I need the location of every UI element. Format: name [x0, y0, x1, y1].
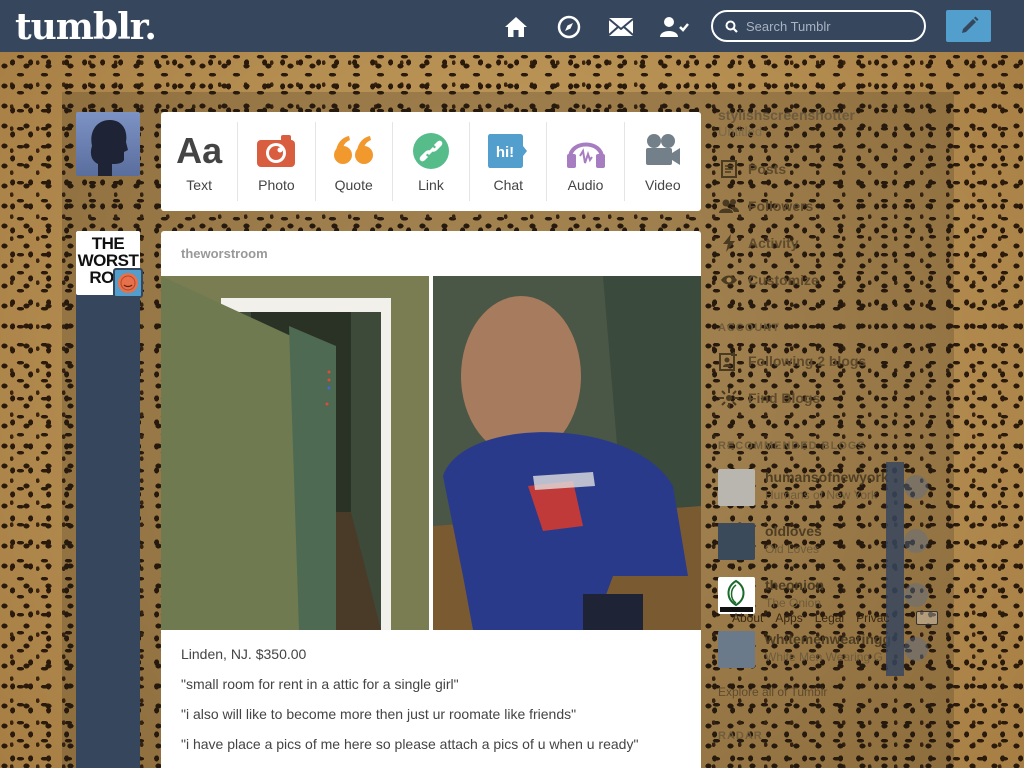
- sidebar-item-posts[interactable]: Posts: [718, 159, 786, 179]
- search-input[interactable]: [746, 18, 916, 34]
- followers-icon: [718, 196, 740, 216]
- sidebar-blog-header: stylishscreenshotter Untitled: [718, 107, 948, 139]
- search-icon: [725, 20, 738, 33]
- eye-icon: [718, 270, 740, 290]
- follow-button[interactable]: [904, 529, 928, 553]
- inbox-icon[interactable]: [608, 14, 634, 40]
- keyboard-icon[interactable]: [916, 611, 938, 625]
- follow-button[interactable]: [904, 583, 928, 607]
- posts-icon: [718, 159, 740, 179]
- quote-icon: [333, 131, 375, 171]
- activity-icon: [718, 233, 740, 253]
- sidebar-item-following[interactable]: Following 2 blogs: [718, 351, 866, 371]
- reblog-badge-icon: [113, 268, 143, 298]
- camera-icon: [257, 131, 296, 171]
- sidebar-recommended-heading: RECOMMENDED BLOGS: [718, 440, 866, 452]
- recommended-blog-oldloves[interactable]: oldloves Old Loves: [718, 523, 938, 563]
- link-icon: [412, 131, 450, 171]
- footer-link-legal[interactable]: Legal: [815, 611, 844, 625]
- recommended-blog-whitemenwearing[interactable]: whitemenwearingg White Men Wearing G: [718, 631, 938, 671]
- follow-button[interactable]: [904, 637, 928, 661]
- blog-thumbnail: [718, 469, 755, 506]
- video-camera-icon: [645, 131, 681, 171]
- post-photo-person[interactable]: [433, 276, 701, 630]
- post-type-audio[interactable]: Audio: [547, 122, 625, 201]
- compose-button[interactable]: [946, 10, 991, 42]
- footer-link-apps[interactable]: Apps: [775, 611, 802, 625]
- sidebar-item-find-blogs[interactable]: Find Blogs: [718, 388, 820, 408]
- post-author[interactable]: theworstroom: [181, 246, 268, 261]
- post-type-selector: Aa Text Photo Quote Link hi! Chat Audio: [161, 112, 701, 211]
- svg-text:hi!: hi!: [496, 144, 514, 161]
- search-box[interactable]: [711, 10, 926, 42]
- post-line: "i also will like to become more then ju…: [181, 706, 577, 722]
- following-icon: [718, 351, 740, 371]
- follow-button[interactable]: [904, 475, 928, 499]
- user-avatar[interactable]: [76, 112, 140, 176]
- post-type-quote[interactable]: Quote: [316, 122, 393, 201]
- silhouette-icon: [90, 120, 128, 176]
- sidebar-radar-heading: RADAR: [718, 730, 763, 742]
- top-navigation-bar: tumblr.: [0, 0, 1024, 52]
- home-icon[interactable]: [503, 14, 529, 40]
- post-line: Linden, NJ. $350.00: [181, 646, 307, 662]
- onion-logo-icon: [718, 577, 755, 614]
- pencil-icon: [961, 16, 978, 33]
- find-blogs-icon: [718, 388, 740, 408]
- sidebar-blog-subtitle: Untitled: [718, 124, 763, 139]
- sidebar-account-heading: ACCOUNT: [718, 322, 780, 334]
- account-icon[interactable]: [660, 14, 690, 40]
- sidebar-item-followers[interactable]: Followers: [718, 196, 813, 216]
- recommended-scrollbar[interactable]: [886, 462, 904, 676]
- tumblr-logo[interactable]: tumblr.: [15, 6, 157, 48]
- post-type-photo[interactable]: Photo: [238, 122, 316, 201]
- post-type-chat[interactable]: hi! Chat: [470, 122, 548, 201]
- post-body: Linden, NJ. $350.00 "small room for rent…: [181, 645, 681, 765]
- sidebar-blog-name[interactable]: stylishscreenshotter: [718, 107, 948, 123]
- recommended-blog-humansofnewyork[interactable]: humansofnewyork Humans of New York: [718, 469, 938, 509]
- footer-link-privacy[interactable]: Privac: [856, 611, 889, 625]
- headphones-icon: [566, 131, 606, 171]
- post-photo-room[interactable]: [161, 276, 429, 630]
- post-type-text[interactable]: Aa Text: [161, 122, 239, 201]
- post-line: "i have place a pics of me here so pleas…: [181, 736, 639, 752]
- explore-link[interactable]: Explore all of Tumblr: [718, 685, 827, 699]
- sidebar-item-activity[interactable]: Activity: [718, 233, 799, 253]
- footer-link-about[interactable]: About: [732, 611, 763, 625]
- blog-thumbnail: [718, 523, 755, 560]
- dashboard-post: theworstroom Linden, NJ. $350.00 "small …: [161, 231, 701, 768]
- sidebar-item-customize[interactable]: Customize: [718, 270, 819, 290]
- footer-links: About Apps Legal Privac: [732, 611, 889, 625]
- text-icon: Aa: [176, 129, 223, 171]
- post-line: "small room for rent in a attic for a si…: [181, 676, 459, 692]
- blog-thumbnail: [718, 631, 755, 668]
- chat-icon: hi!: [488, 131, 528, 171]
- explore-icon[interactable]: [556, 14, 582, 40]
- post-type-video[interactable]: Video: [625, 122, 701, 201]
- post-avatar-rail: [76, 231, 140, 768]
- post-type-link[interactable]: Link: [393, 122, 471, 201]
